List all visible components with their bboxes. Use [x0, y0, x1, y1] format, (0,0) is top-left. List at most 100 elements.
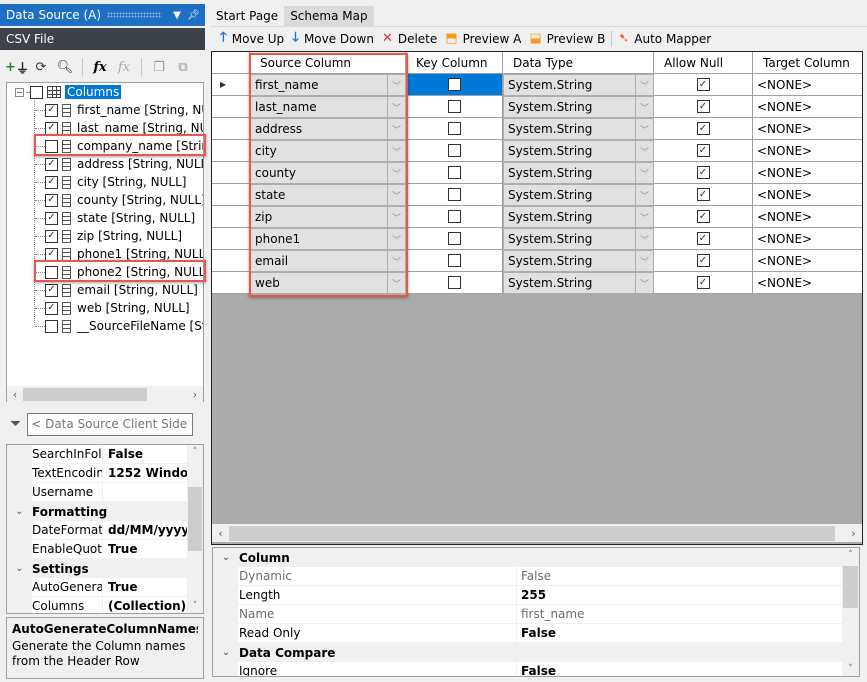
data-type-combo[interactable]: System.String ﹀: [503, 184, 654, 206]
query-icon[interactable]: 🔍︎: [56, 58, 74, 76]
target-column-cell[interactable]: <NONE>: [753, 74, 862, 96]
source-column-combo[interactable]: county ﹀: [250, 162, 406, 184]
auto-mapper-button[interactable]: ➷ Auto Mapper: [618, 31, 711, 46]
data-type-combo[interactable]: System.String ﹀: [503, 272, 654, 294]
column-header[interactable]: Source Column: [250, 52, 406, 74]
allow-null-checkbox[interactable]: ✓: [696, 122, 710, 135]
key-column-cell[interactable]: [406, 118, 503, 140]
chevron-down-icon[interactable]: ﹀: [387, 229, 405, 249]
key-column-checkbox[interactable]: [447, 188, 461, 201]
tree-item[interactable]: ✓ county [String, NULL]: [35, 191, 203, 209]
column-checkbox[interactable]: ✓: [45, 193, 58, 207]
grid-row[interactable]: phone1 ﹀ System.String ﹀ ✓ <NONE>: [212, 228, 862, 250]
target-column-cell[interactable]: <NONE>: [753, 140, 862, 162]
scroll-thumb[interactable]: [843, 566, 858, 608]
scroll-down-icon[interactable]: ˅: [842, 664, 859, 674]
property-value[interactable]: 255: [516, 586, 843, 604]
scroll-thumb[interactable]: [23, 387, 147, 401]
tree-item[interactable]: ✓ address [String, NULL]: [35, 155, 203, 173]
allow-null-cell[interactable]: ✓: [654, 184, 753, 206]
key-column-cell[interactable]: [406, 162, 503, 184]
scroll-thumb[interactable]: [188, 487, 202, 551]
column-checkbox[interactable]: [45, 319, 58, 333]
chevron-down-icon[interactable]: ﹀: [387, 75, 405, 95]
property-row[interactable]: Ignore False: [213, 662, 843, 676]
source-column-combo[interactable]: web ﹀: [250, 272, 406, 294]
column-checkbox[interactable]: [45, 265, 58, 279]
chevron-down-icon[interactable]: ﹀: [635, 229, 653, 249]
chevron-down-icon[interactable]: ﹀: [387, 141, 405, 161]
column-checkbox[interactable]: ✓: [45, 247, 58, 261]
source-column-combo[interactable]: city ﹀: [250, 140, 406, 162]
key-column-cell[interactable]: [406, 272, 503, 294]
property-value[interactable]: (Collection): [102, 597, 189, 613]
collapse-icon[interactable]: −: [15, 87, 24, 97]
preview-a-button[interactable]: ⬒ Preview A: [445, 31, 521, 46]
tree-item[interactable]: ✓ web [String, NULL]: [35, 299, 190, 317]
row-header[interactable]: [212, 272, 250, 294]
scroll-left-icon[interactable]: ‹: [7, 388, 23, 401]
chevron-down-icon[interactable]: ﹀: [635, 273, 653, 293]
key-column-checkbox[interactable]: [447, 276, 461, 289]
tree-item[interactable]: __SourceFileName [String]: [35, 317, 203, 335]
source-column-combo[interactable]: email ﹀: [250, 250, 406, 272]
grid-row[interactable]: email ﹀ System.String ﹀ ✓ <NONE>: [212, 250, 862, 272]
allow-null-checkbox[interactable]: ✓: [696, 78, 710, 91]
allow-null-cell[interactable]: ✓: [654, 272, 753, 294]
chevron-down-icon[interactable]: ⌄: [7, 563, 32, 574]
row-header[interactable]: [212, 96, 250, 118]
allow-null-checkbox[interactable]: ✓: [696, 232, 710, 245]
column-checkbox[interactable]: ✓: [45, 211, 58, 225]
source-column-combo[interactable]: first_name ﹀: [250, 74, 406, 96]
scroll-up-icon[interactable]: ˄: [187, 447, 203, 457]
target-column-cell[interactable]: <NONE>: [753, 162, 862, 184]
scroll-up-icon[interactable]: ˄: [842, 550, 859, 560]
property-row[interactable]: AutoGenerateColumnNamesTrue: [7, 578, 189, 597]
row-header[interactable]: [212, 228, 250, 250]
row-header[interactable]: [212, 206, 250, 228]
move-up-button[interactable]: 🡑 Move Up: [220, 28, 284, 50]
key-column-cell[interactable]: [406, 228, 503, 250]
scroll-left-icon[interactable]: ‹: [212, 527, 229, 540]
tree-item[interactable]: ✓ state [String, NULL]: [35, 209, 195, 227]
chevron-down-icon[interactable]: ﹀: [635, 141, 653, 161]
chevron-down-icon[interactable]: ﹀: [635, 207, 653, 227]
data-type-combo[interactable]: System.String ﹀: [503, 206, 654, 228]
chevron-down-icon[interactable]: ﹀: [387, 163, 405, 183]
chevron-down-icon[interactable]: ﹀: [635, 119, 653, 139]
column-header[interactable]: Data Type: [503, 52, 654, 74]
property-row[interactable]: DateFormat dd/MM/yyyy: [7, 521, 189, 540]
property-vertical-scrollbar[interactable]: ˄ ˅: [187, 445, 203, 613]
tree-item[interactable]: phone2 [String, NULL]: [35, 263, 203, 281]
target-column-cell[interactable]: <NONE>: [753, 250, 862, 272]
grid-row[interactable]: address ﹀ System.String ﹀ ✓ <NONE>: [212, 118, 862, 140]
allow-null-checkbox[interactable]: ✓: [696, 210, 710, 223]
grid-row[interactable]: ▶ first_name ﹀ System.String ﹀ ✓ <NONE>: [212, 74, 862, 96]
key-column-checkbox[interactable]: [447, 122, 461, 135]
property-category[interactable]: ⌄ Column: [213, 548, 843, 567]
key-column-cell[interactable]: [406, 74, 503, 96]
data-type-combo[interactable]: System.String ﹀: [503, 228, 654, 250]
allow-null-cell[interactable]: ✓: [654, 206, 753, 228]
data-type-combo[interactable]: System.String ﹀: [503, 162, 654, 184]
grid-row[interactable]: web ﹀ System.String ﹀ ✓ <NONE>: [212, 272, 862, 294]
chevron-down-icon[interactable]: ﹀: [387, 207, 405, 227]
property-value[interactable]: True: [102, 540, 189, 558]
chevron-down-icon[interactable]: ⌄: [7, 506, 32, 517]
property-row[interactable]: Columns (Collection): [7, 597, 189, 613]
property-value[interactable]: False: [516, 662, 843, 676]
key-column-checkbox[interactable]: [447, 100, 461, 113]
tree-item[interactable]: ✓ phone1 [String, NULL]: [35, 245, 203, 263]
grid-row[interactable]: state ﹀ System.String ﹀ ✓ <NONE>: [212, 184, 862, 206]
property-row[interactable]: Dynamic False: [213, 567, 843, 586]
chevron-down-icon[interactable]: ﹀: [387, 97, 405, 117]
column-checkbox[interactable]: ✓: [45, 229, 58, 243]
chevron-down-icon[interactable]: ﹀: [387, 185, 405, 205]
key-column-cell[interactable]: [406, 140, 503, 162]
data-type-combo[interactable]: System.String ﹀: [503, 118, 654, 140]
key-column-cell[interactable]: [406, 184, 503, 206]
source-column-combo[interactable]: zip ﹀: [250, 206, 406, 228]
key-column-cell[interactable]: [406, 250, 503, 272]
chevron-down-icon[interactable]: ﹀: [387, 119, 405, 139]
source-column-combo[interactable]: last_name ﹀: [250, 96, 406, 118]
